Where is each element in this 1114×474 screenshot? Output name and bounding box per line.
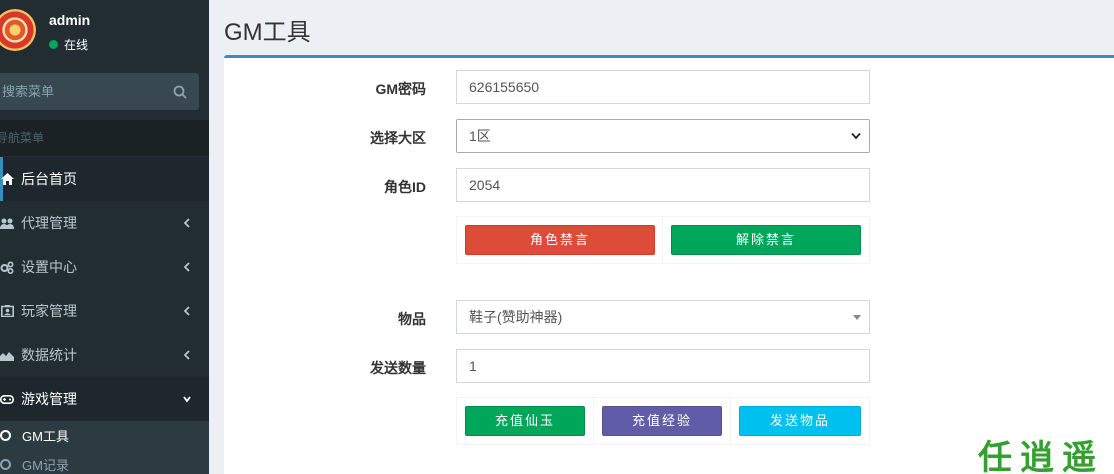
sidebar-item-game[interactable]: 游戏管理 (0, 377, 209, 421)
chevron-left-icon (183, 350, 190, 360)
watermark-logo: 任逍遥 (978, 438, 1104, 474)
subitem-label: GM工具 (22, 429, 69, 444)
sidebar-item-home[interactable]: 后台首页 (0, 157, 209, 201)
gm-tool-panel: GM密码 选择大区 1区 角色ID 角色禁言 解除禁言 物品 鞋子(赞助神器) … (224, 55, 1114, 474)
page-title: GM工具 (224, 19, 311, 46)
avatar (0, 9, 36, 51)
chevron-down-icon (183, 396, 191, 403)
gm-password-label: GM密码 (375, 81, 426, 97)
area-chart-icon (0, 348, 14, 362)
quantity-field[interactable] (456, 349, 870, 383)
circle-icon (0, 459, 11, 470)
sidebar: admin 在线 导航菜单 后台首页 代理管理 (0, 0, 209, 474)
sidebar-item-label: 玩家管理 (21, 303, 77, 319)
chevron-down-icon (851, 132, 861, 140)
search-icon[interactable] (173, 85, 187, 99)
gm-password-field[interactable] (456, 70, 870, 104)
search-input[interactable] (2, 73, 162, 110)
subitem-gm-tool[interactable]: GM工具 (0, 421, 209, 450)
circle-icon (0, 430, 11, 441)
chevron-left-icon (183, 306, 190, 316)
user-status: 在线 (49, 36, 88, 53)
subitem-gm-records[interactable]: GM记录 (0, 450, 209, 474)
user-status-label: 在线 (64, 38, 89, 52)
submenu-game: GM工具 GM记录 (0, 421, 209, 474)
sidebar-item-label: 代理管理 (21, 215, 77, 231)
unmute-role-button[interactable]: 解除禁言 (671, 225, 861, 255)
cell-divider (730, 398, 731, 444)
nav-header: 导航菜单 (0, 120, 209, 156)
gears-icon (0, 260, 14, 274)
server-label: 选择大区 (370, 130, 426, 146)
mute-actions: 角色禁言 解除禁言 (456, 216, 870, 264)
quantity-label: 发送数量 (370, 360, 426, 376)
item-select-value: 鞋子(赞助神器) (469, 309, 563, 325)
sidebar-item-agents[interactable]: 代理管理 (0, 201, 209, 245)
sidebar-item-label: 游戏管理 (21, 391, 77, 407)
chevron-left-icon (183, 262, 190, 272)
sidebar-item-label: 后台首页 (21, 171, 77, 187)
recharge-jade-button[interactable]: 充值仙玉 (465, 406, 585, 436)
server-select-value: 1区 (469, 128, 491, 144)
users-icon (0, 216, 14, 230)
role-id-field[interactable] (456, 168, 870, 202)
cell-divider (662, 217, 663, 263)
content-header: GM工具 (209, 0, 1114, 55)
sidebar-item-label: 设置中心 (21, 259, 77, 275)
sidebar-menu: 后台首页 代理管理 设置中心 玩家管理 数据统计 游戏管理 GM工具 GM记录 (0, 157, 209, 474)
sidebar-item-players[interactable]: 玩家管理 (0, 289, 209, 333)
online-dot-icon (49, 40, 58, 49)
sidebar-item-label: 数据统计 (21, 347, 77, 363)
recharge-exp-button[interactable]: 充值经验 (602, 406, 722, 436)
role-id-label: 角色ID (384, 179, 426, 195)
send-item-button[interactable]: 发送物品 (739, 406, 861, 436)
cell-divider (593, 398, 594, 444)
sidebar-search (0, 73, 199, 110)
home-icon (0, 172, 14, 186)
user-name: admin (49, 12, 91, 28)
sidebar-item-statistics[interactable]: 数据统计 (0, 333, 209, 377)
sidebar-item-settings[interactable]: 设置中心 (0, 245, 209, 289)
server-select[interactable]: 1区 (456, 119, 870, 153)
item-select[interactable]: 鞋子(赞助神器) (456, 300, 870, 334)
subitem-label: GM记录 (22, 458, 69, 473)
address-card-icon (0, 304, 14, 318)
user-panel: admin 在线 (0, 0, 209, 68)
caret-down-icon (853, 315, 861, 320)
chevron-left-icon (183, 218, 190, 228)
gamepad-icon (0, 392, 14, 406)
send-actions: 充值仙玉 充值经验 发送物品 (456, 397, 870, 445)
mute-role-button[interactable]: 角色禁言 (465, 225, 655, 255)
item-label: 物品 (398, 311, 426, 327)
